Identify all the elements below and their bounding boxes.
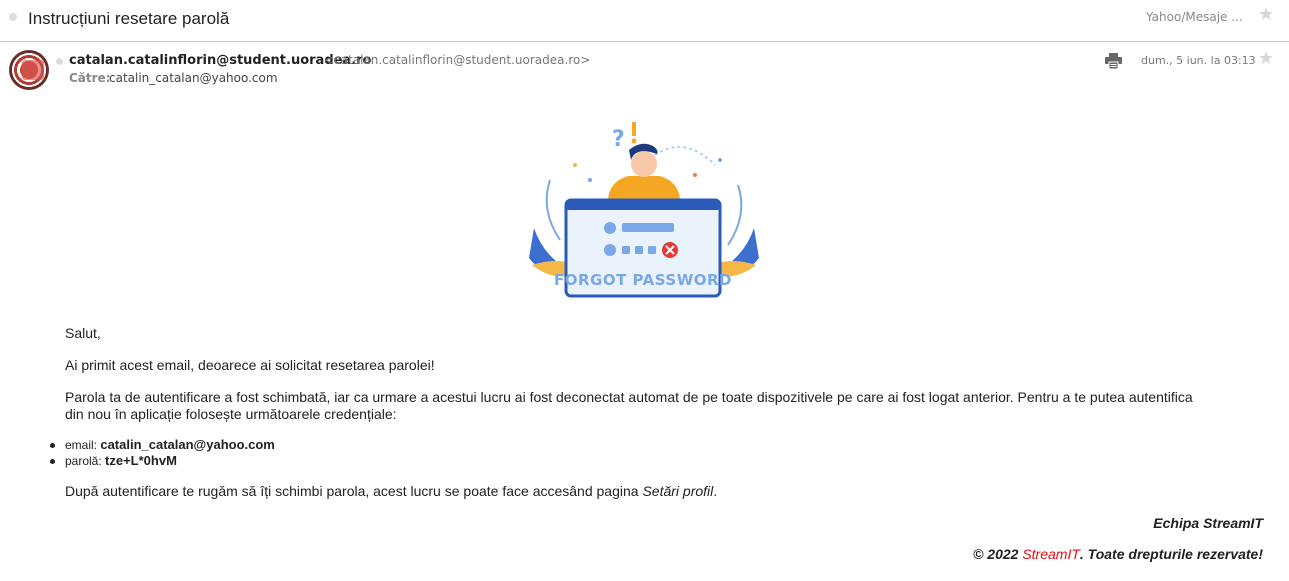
intro-line: Ai primit acest email, deoarece ai solic… <box>65 357 435 373</box>
forgot-password-banner: FORGOT PASSWORD <box>554 271 732 289</box>
instructions-end: . <box>713 483 718 499</box>
brand-name: StreamIT <box>1022 546 1080 562</box>
forgot-password-illustration: ? FORGOT PASSWORD <box>520 110 768 308</box>
svg-text:?: ? <box>612 127 625 152</box>
avatar <box>9 50 49 90</box>
message-date: dum., 5 iun. la 03:13 <box>1141 54 1256 67</box>
signature: Echipa StreamIT <box>1153 515 1263 531</box>
email-subject: Instrucțiuni resetare parolă <box>28 9 230 28</box>
recipient-email[interactable]: catalin_catalan@yahoo.com <box>109 71 278 85</box>
greeting: Salut, <box>65 325 101 341</box>
explanation-paragraph: Parola ta de autentificare a fost schimb… <box>65 389 1193 422</box>
instructions-text: După autentificare te rugăm să îți schim… <box>65 483 643 499</box>
credential-value: tze+L*0hvM <box>105 453 177 468</box>
subject-bar: Instrucțiuni resetare parolă Yahoo/Mesaj… <box>0 0 1289 42</box>
to-label: Către: <box>69 71 111 85</box>
star-icon[interactable]: ★ <box>1258 4 1274 25</box>
credentials-list: email: catalin_catalan@yahoo.com parolă:… <box>50 437 275 469</box>
copyright-suffix: . Toate drepturile rezervate! <box>1079 546 1263 562</box>
instructions-line: După autentificare te rugăm să îți schim… <box>65 483 717 500</box>
credential-label: email: <box>65 438 101 452</box>
settings-page-reference: Setări profil <box>642 483 714 499</box>
star-icon[interactable]: ★ <box>1258 48 1274 69</box>
credential-value[interactable]: catalin_catalan@yahoo.com <box>100 437 275 452</box>
sender-status-dot <box>56 58 63 65</box>
printer-icon[interactable] <box>1105 53 1122 69</box>
copyright-prefix: © 2022 <box>973 546 1023 562</box>
credential-label: parolă: <box>65 454 106 468</box>
sender-email: <catalan.catalinflorin@student.uoradea.r… <box>324 53 591 67</box>
unread-dot[interactable] <box>9 13 17 21</box>
copyright: © 2022 StreamIT. Toate drepturile rezerv… <box>973 546 1263 562</box>
list-item: parolă: tze+L*0hvM <box>50 453 275 469</box>
list-item: email: catalin_catalan@yahoo.com <box>50 437 275 453</box>
folder-breadcrumb[interactable]: Yahoo/Mesaje ... <box>1146 10 1243 24</box>
